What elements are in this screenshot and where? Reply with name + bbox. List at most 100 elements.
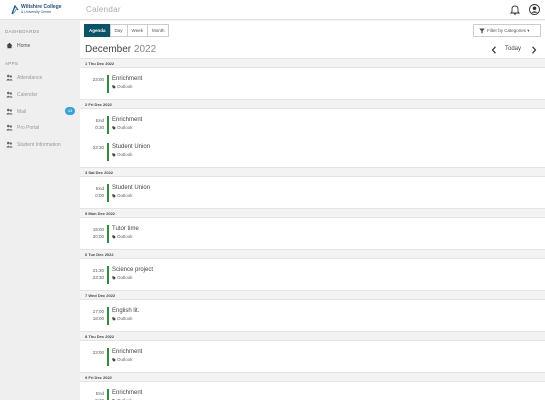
event-category-bar [107, 75, 109, 93]
tab-day[interactable]: Day [109, 24, 128, 37]
logo-mark-icon [11, 5, 19, 15]
filter-icon [479, 28, 485, 34]
agenda-event[interactable]: 23:00 Enrichment Outlook [80, 72, 545, 99]
sidebar-item-student-information[interactable]: Student Information [0, 139, 80, 151]
today-button[interactable]: Today [505, 46, 521, 52]
agenda-event[interactable]: 23:00 Enrichment Outlook [80, 345, 545, 372]
event-source-label: Outlook [117, 234, 133, 239]
sidebar-item-label: Student Information [17, 142, 61, 148]
event-start-time: 17:00 [92, 309, 104, 314]
people-icon [6, 91, 13, 98]
top-bar: Wiltshire College & University Centre Ca… [0, 0, 545, 20]
tag-icon [112, 84, 116, 89]
agenda-day-header: 9 Fri Dec 2022 [80, 372, 545, 382]
sidebar-item-label: Mail [17, 109, 27, 115]
event-title: Student Union [112, 144, 151, 150]
tag-icon [112, 152, 116, 157]
agenda-event[interactable]: 21:30 23:30 Science project Outlook [80, 263, 545, 290]
user-avatar-icon[interactable] [529, 4, 540, 15]
event-title: Enrichment [112, 117, 143, 123]
event-source-label: Outlook [117, 316, 133, 321]
sidebar-item-attendance[interactable]: Attendance [0, 72, 80, 84]
agenda-event[interactable]: End0:30EnrichmentOutlook [80, 386, 545, 400]
people-icon [6, 124, 13, 131]
event-end-time: 0:30 [95, 125, 104, 130]
event-category-bar [107, 143, 109, 161]
agenda-day-header: 7 Wed Dec 2022 [80, 290, 545, 300]
year: 2022 [133, 44, 157, 55]
event-source-label: Outlook [117, 125, 133, 130]
event-source-label: Outlook [117, 84, 133, 89]
agenda-event[interactable]: End 0:00 Student Union Outlook [80, 181, 545, 208]
event-category-bar [107, 307, 109, 325]
event-start-time: End [95, 186, 104, 191]
mail-count-badge: 43 [65, 107, 75, 115]
agenda-event[interactable]: 17:00 18:00 English lit. Outlook [80, 304, 545, 331]
sidebar-item-label: Calendar [17, 92, 38, 98]
tag-icon [112, 357, 116, 362]
event-end-time: 0:00 [95, 193, 104, 198]
sidebar-item-calendar[interactable]: Calendar [0, 89, 80, 101]
event-title: Tutor time [112, 226, 139, 232]
chevron-right-icon[interactable] [531, 46, 537, 54]
tag-icon [112, 275, 116, 280]
event-title: Enrichment [112, 349, 143, 355]
event-start-time: 21:30 [92, 268, 104, 273]
event-title: Science project [112, 267, 154, 273]
filter-by-categories-button[interactable]: Filter by Categories ▾ [473, 24, 541, 37]
people-icon [6, 108, 13, 115]
event-source: Outlook [112, 234, 133, 239]
tag-icon [112, 316, 116, 321]
event-start-time: End [95, 118, 104, 123]
agenda-day-header: 5 Mon Dec 2022 [80, 208, 545, 218]
tag-icon [112, 193, 116, 198]
sidebar: DASHBOARDS Home APPS Attendance Calendar… [0, 21, 80, 400]
event-start-time: 23:30 [92, 145, 104, 150]
event-source: Outlook [112, 125, 133, 130]
logo-subtext: & University Centre [21, 10, 52, 14]
people-icon [6, 141, 13, 148]
event-source-label: Outlook [117, 275, 133, 280]
event-start-time: 23:00 [92, 350, 104, 355]
college-logo[interactable]: Wiltshire College & University Centre [11, 4, 71, 16]
event-start-time: End [95, 391, 104, 396]
agenda-event[interactable]: End 0:30 Enrichment Outlook [80, 113, 545, 140]
agenda-event[interactable]: 23:30 Student Union Outlook [80, 140, 545, 167]
event-category-bar [107, 348, 109, 366]
event-end-time: 18:00 [92, 316, 104, 321]
view-switcher: Agenda Day Week Month [84, 24, 170, 37]
sidebar-item-home[interactable]: Home [0, 40, 80, 52]
tab-agenda[interactable]: Agenda [84, 24, 111, 37]
tab-week[interactable]: Week [126, 24, 148, 37]
agenda-day-header: 6 Tue Dec 2022 [80, 249, 545, 259]
event-source: Outlook [112, 152, 133, 157]
agenda-day-header: 8 Thu Dec 2022 [80, 331, 545, 341]
agenda-day-header: 2 Fri Dec 2022 [80, 99, 545, 109]
calendar-main: Agenda Day Week Month Filter by Categori… [80, 21, 545, 400]
section-label-apps: APPS [5, 61, 19, 66]
tag-icon [112, 125, 116, 130]
sidebar-item-mail[interactable]: Mail 43 [0, 106, 80, 118]
event-title: Enrichment [112, 76, 143, 82]
event-source: Outlook [112, 84, 133, 89]
sidebar-item-label: Home [17, 43, 31, 49]
bell-icon[interactable] [510, 4, 520, 15]
page-title: Calendar [86, 5, 121, 14]
event-category-bar [107, 266, 109, 284]
sidebar-item-pro-portal[interactable]: Pro Portal [0, 122, 80, 134]
event-title: Student Union [112, 185, 151, 191]
chevron-left-icon[interactable] [491, 46, 497, 54]
event-category-bar [107, 389, 109, 400]
event-start-time: 19:00 [92, 227, 104, 232]
event-title: English lit. [112, 308, 140, 314]
event-end-time: 20:00 [92, 234, 104, 239]
event-source: Outlook [112, 193, 133, 198]
event-end-time: 23:30 [92, 275, 104, 280]
event-source-label: Outlook [117, 193, 133, 198]
tab-month[interactable]: Month [146, 24, 170, 37]
filter-label: Filter by Categories ▾ [487, 28, 530, 33]
sidebar-item-label: Attendance [17, 75, 43, 81]
agenda-day-header: 1 Thu Dec 2022 [80, 58, 545, 68]
event-category-bar [107, 116, 109, 134]
agenda-event[interactable]: 19:00 20:00 Tutor time Outlook [80, 222, 545, 249]
